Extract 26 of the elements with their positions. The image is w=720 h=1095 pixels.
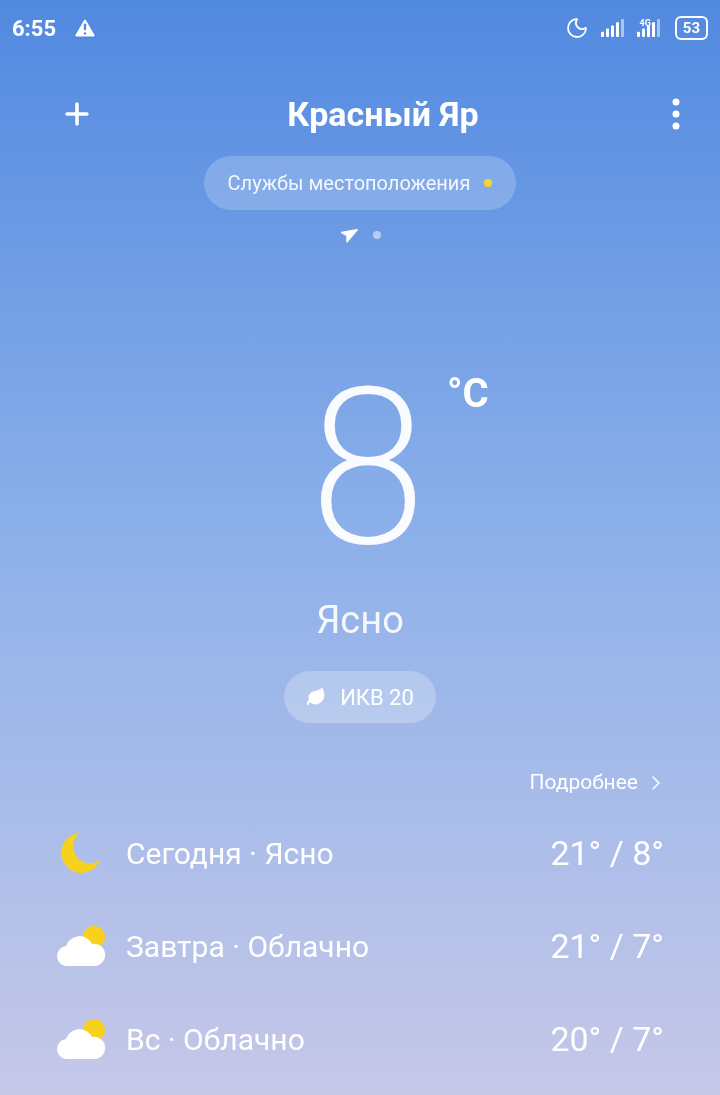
forecast-label: Сегодня · Ясно: [126, 834, 335, 873]
forecast-label: Вс · Облачно: [126, 1020, 306, 1059]
leaf-icon: [306, 687, 327, 707]
network-type: 4G: [639, 19, 651, 28]
forecast-row[interactable]: Вс · Облачно 20° / 7°: [56, 992, 664, 1086]
cloud-sun-icon: [56, 1017, 108, 1061]
weather-condition: Ясно: [316, 597, 404, 644]
forecast-temperatures: 21° / 7°: [550, 924, 664, 968]
forecast-row[interactable]: Завтра · Облачно 21° / 7°: [56, 899, 664, 993]
more-icon: [672, 98, 680, 130]
forecast-temperatures: 20° / 7°: [550, 1017, 664, 1061]
temperature-unit: °C: [446, 374, 489, 419]
more-menu-button[interactable]: [672, 98, 680, 130]
city-title: Красный Яр: [287, 92, 479, 136]
moon-icon: [565, 16, 590, 40]
temperature: 8: [301, 370, 435, 570]
status-time: 6:55: [12, 14, 57, 43]
forecast-row[interactable]: Сегодня · Ясно 21° / 8°: [56, 806, 664, 900]
forecast-label: Завтра · Облачно: [126, 927, 371, 966]
forecast-temperatures: 21° / 8°: [550, 831, 664, 875]
details-link[interactable]: Подробнее: [529, 767, 668, 799]
location-services-chip[interactable]: Службы местоположения: [203, 156, 517, 210]
battery-indicator: 53: [674, 16, 708, 40]
air-quality-chip[interactable]: ИКВ 20: [284, 671, 436, 723]
signal-icon: [636, 19, 663, 37]
cloud-sun-icon: [56, 924, 108, 968]
